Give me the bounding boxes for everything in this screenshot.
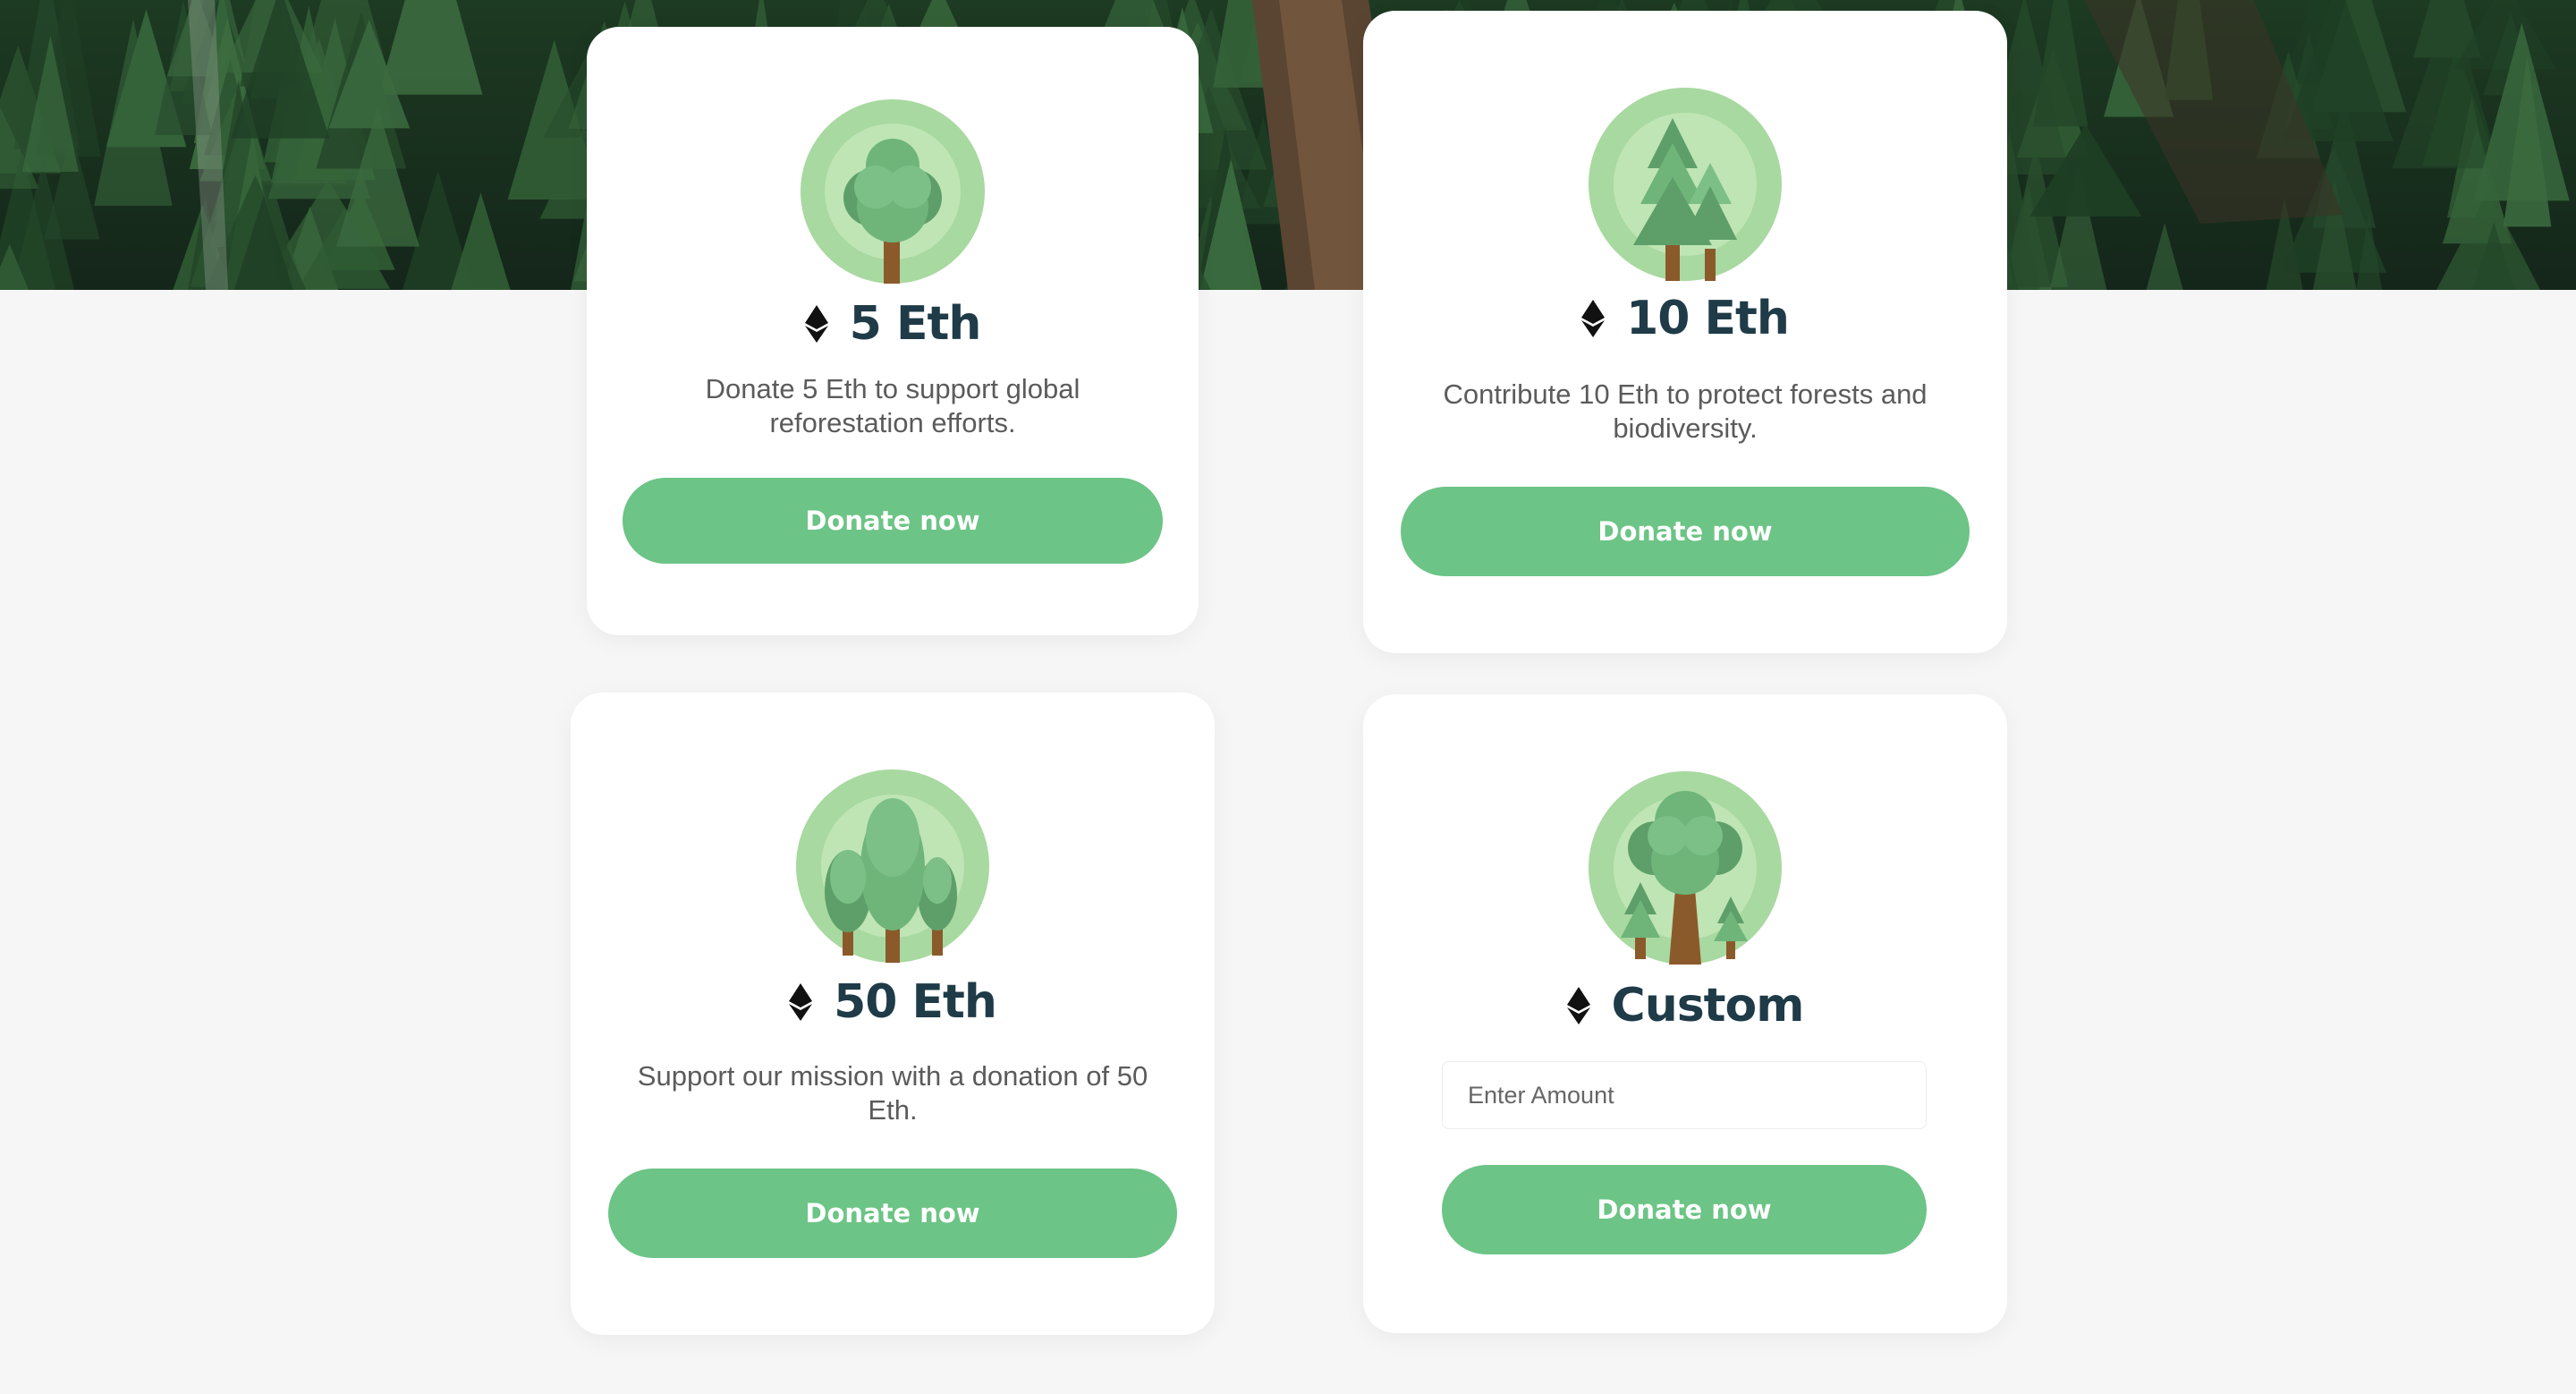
donate-now-button[interactable]: Donate now (1401, 487, 1970, 576)
donation-card-5-eth: 5 Eth Donate 5 Eth to support global ref… (587, 27, 1199, 635)
hero-forest-image (0, 0, 2576, 290)
ethereum-icon (789, 983, 813, 1021)
donation-amount-title: 10 Eth (1626, 292, 1790, 345)
ethereum-icon (1581, 300, 1606, 337)
donation-description: Donate 5 Eth to support global reforesta… (705, 373, 1080, 438)
donation-amount-title: 5 Eth (849, 297, 982, 351)
donation-description: Support our mission with a donation of 5… (637, 1060, 1148, 1126)
three-trees-icon (796, 769, 989, 963)
donate-now-button[interactable]: Donate now (1442, 1165, 1927, 1254)
donation-amount-title: 50 Eth (834, 975, 997, 1029)
donation-card-custom: Custom Donate now (1363, 694, 2007, 1333)
donate-now-button[interactable]: Donate now (623, 478, 1163, 564)
custom-amount-input[interactable] (1442, 1061, 1927, 1129)
single-tree-icon (801, 99, 985, 284)
donation-card-10-eth: 10 Eth Contribute 10 Eth to protect fore… (1363, 11, 2007, 653)
donation-amount-title: Custom (1611, 979, 1805, 1033)
donation-card-50-eth: 50 Eth Support our mission with a donati… (571, 693, 1215, 1335)
donate-now-button[interactable]: Donate now (608, 1169, 1177, 1258)
donation-description: Contribute 10 Eth to protect forests and… (1443, 378, 1928, 444)
ethereum-icon (1566, 987, 1590, 1024)
ethereum-icon (804, 305, 828, 343)
pine-trees-icon (1589, 88, 1782, 281)
big-tree-icon (1589, 771, 1782, 965)
